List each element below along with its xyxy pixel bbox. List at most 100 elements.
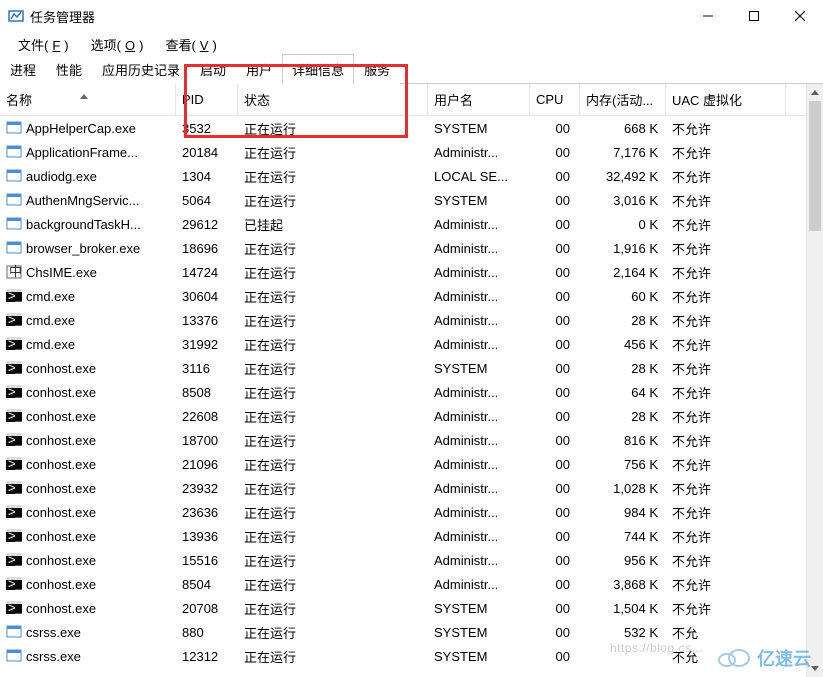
process-status: 正在运行 xyxy=(238,191,428,210)
process-uac: 不允许 xyxy=(666,167,786,186)
process-name: cmd.exe xyxy=(26,337,75,352)
process-uac: 不允许 xyxy=(666,551,786,570)
tab-startup[interactable]: 启动 xyxy=(190,54,236,84)
table-row[interactable]: AuthenMngServic...5064正在运行SYSTEM003,016 … xyxy=(0,188,806,212)
process-mem: 7,176 K xyxy=(580,145,666,160)
process-mem: 756 K xyxy=(580,457,666,472)
svg-text:>_: >_ xyxy=(8,384,22,399)
process-status: 正在运行 xyxy=(238,551,428,570)
process-icon: >_ xyxy=(6,456,22,472)
table-row[interactable]: >_conhost.exe21096正在运行Administr...00756 … xyxy=(0,452,806,476)
table-row[interactable]: >_conhost.exe23636正在运行Administr...00984 … xyxy=(0,500,806,524)
scroll-track[interactable] xyxy=(807,101,823,660)
process-cpu: 00 xyxy=(530,625,580,640)
process-status: 正在运行 xyxy=(238,383,428,402)
table-row[interactable]: AppHelperCap.exe3532正在运行SYSTEM00668 K不允许 xyxy=(0,116,806,140)
process-name: AuthenMngServic... xyxy=(26,193,139,208)
process-status: 正在运行 xyxy=(238,239,428,258)
tab-users[interactable]: 用户 xyxy=(236,54,282,84)
tab-app-history[interactable]: 应用历史记录 xyxy=(92,54,190,84)
table-row[interactable]: >_conhost.exe23932正在运行Administr...001,02… xyxy=(0,476,806,500)
svg-text:>_: >_ xyxy=(8,552,22,567)
process-uac: 不允许 xyxy=(666,479,786,498)
process-pid: 13936 xyxy=(176,529,238,544)
process-name: browser_broker.exe xyxy=(26,241,140,256)
svg-text:>_: >_ xyxy=(8,432,22,447)
table-row[interactable]: >_conhost.exe8508正在运行Administr...0064 K不… xyxy=(0,380,806,404)
tab-services[interactable]: 服务 xyxy=(354,54,400,84)
process-name: conhost.exe xyxy=(26,457,96,472)
close-button[interactable] xyxy=(777,1,823,31)
scroll-up-button[interactable] xyxy=(807,84,823,101)
table-row[interactable]: >_conhost.exe18700正在运行Administr...00816 … xyxy=(0,428,806,452)
minimize-button[interactable] xyxy=(685,1,731,31)
process-name: conhost.exe xyxy=(26,505,96,520)
column-header-row: 名称 PID 状态 用户名 CPU 内存(活动... UAC 虚拟化 xyxy=(0,84,806,116)
process-uac: 不允许 xyxy=(666,503,786,522)
process-user: Administr... xyxy=(428,217,530,232)
vertical-scrollbar[interactable] xyxy=(806,84,823,677)
scroll-thumb[interactable] xyxy=(809,101,821,231)
process-status: 正在运行 xyxy=(238,311,428,330)
table-row[interactable]: audiodg.exe1304正在运行LOCAL SE...0032,492 K… xyxy=(0,164,806,188)
process-mem: 532 K xyxy=(580,625,666,640)
col-pid-header[interactable]: PID xyxy=(176,84,238,115)
table-row[interactable]: 中ChsIME.exe14724正在运行Administr...002,164 … xyxy=(0,260,806,284)
table-row[interactable]: >_conhost.exe15516正在运行Administr...00956 … xyxy=(0,548,806,572)
process-cpu: 00 xyxy=(530,385,580,400)
process-user: Administr... xyxy=(428,457,530,472)
table-row[interactable]: browser_broker.exe18696正在运行Administr...0… xyxy=(0,236,806,260)
process-uac: 不允许 xyxy=(666,599,786,618)
maximize-button[interactable] xyxy=(731,1,777,31)
table-row[interactable]: >_conhost.exe22608正在运行Administr...0028 K… xyxy=(0,404,806,428)
process-user: Administr... xyxy=(428,577,530,592)
process-user: SYSTEM xyxy=(428,193,530,208)
table-row[interactable]: >_conhost.exe3116正在运行SYSTEM0028 K不允许 xyxy=(0,356,806,380)
table-row[interactable]: >_cmd.exe13376正在运行Administr...0028 K不允许 xyxy=(0,308,806,332)
table-row[interactable]: >_cmd.exe30604正在运行Administr...0060 K不允许 xyxy=(0,284,806,308)
process-user: Administr... xyxy=(428,529,530,544)
menu-options[interactable]: 选项(O) xyxy=(83,33,152,56)
tab-performance[interactable]: 性能 xyxy=(46,54,92,84)
process-uac: 不允许 xyxy=(666,119,786,138)
table-row[interactable]: >_conhost.exe13936正在运行Administr...00744 … xyxy=(0,524,806,548)
process-icon xyxy=(6,144,22,160)
process-mem: 3,016 K xyxy=(580,193,666,208)
svg-text:>_: >_ xyxy=(8,360,22,375)
process-status: 正在运行 xyxy=(238,503,428,522)
table-row[interactable]: >_cmd.exe31992正在运行Administr...00456 K不允许 xyxy=(0,332,806,356)
tab-processes[interactable]: 进程 xyxy=(0,54,46,84)
menu-view[interactable]: 查看(V) xyxy=(157,33,224,56)
process-uac: 不允许 xyxy=(666,455,786,474)
col-status-header[interactable]: 状态 xyxy=(238,84,428,115)
table-row[interactable]: >_conhost.exe8504正在运行Administr...003,868… xyxy=(0,572,806,596)
process-pid: 20708 xyxy=(176,601,238,616)
col-uac-header[interactable]: UAC 虚拟化 xyxy=(666,84,786,115)
col-name-header[interactable]: 名称 xyxy=(0,84,176,115)
menu-file[interactable]: 文件(F) xyxy=(10,33,77,56)
process-status: 正在运行 xyxy=(238,479,428,498)
table-row[interactable]: backgroundTaskH...29612已挂起Administr...00… xyxy=(0,212,806,236)
svg-text:>_: >_ xyxy=(8,312,22,327)
process-name: audiodg.exe xyxy=(26,169,97,184)
col-user-header[interactable]: 用户名 xyxy=(428,84,530,115)
svg-text:>_: >_ xyxy=(8,504,22,519)
process-icon: >_ xyxy=(6,384,22,400)
table-row[interactable]: ApplicationFrame...20184正在运行Administr...… xyxy=(0,140,806,164)
process-icon xyxy=(6,192,22,208)
watermark-text: 亿速云 xyxy=(757,645,811,671)
svg-text:>_: >_ xyxy=(8,600,22,615)
process-name: ApplicationFrame... xyxy=(26,145,138,160)
col-cpu-header[interactable]: CPU xyxy=(530,84,580,115)
process-status: 正在运行 xyxy=(238,623,428,642)
tab-details[interactable]: 详细信息 xyxy=(282,54,354,84)
process-name: csrss.exe xyxy=(26,649,81,664)
process-uac: 不允许 xyxy=(666,431,786,450)
col-mem-header[interactable]: 内存(活动... xyxy=(580,84,666,115)
process-cpu: 00 xyxy=(530,193,580,208)
process-status: 正在运行 xyxy=(238,431,428,450)
process-cpu: 00 xyxy=(530,337,580,352)
process-uac: 不允许 xyxy=(666,527,786,546)
process-pid: 21096 xyxy=(176,457,238,472)
table-row[interactable]: >_conhost.exe20708正在运行SYSTEM001,504 K不允许 xyxy=(0,596,806,620)
